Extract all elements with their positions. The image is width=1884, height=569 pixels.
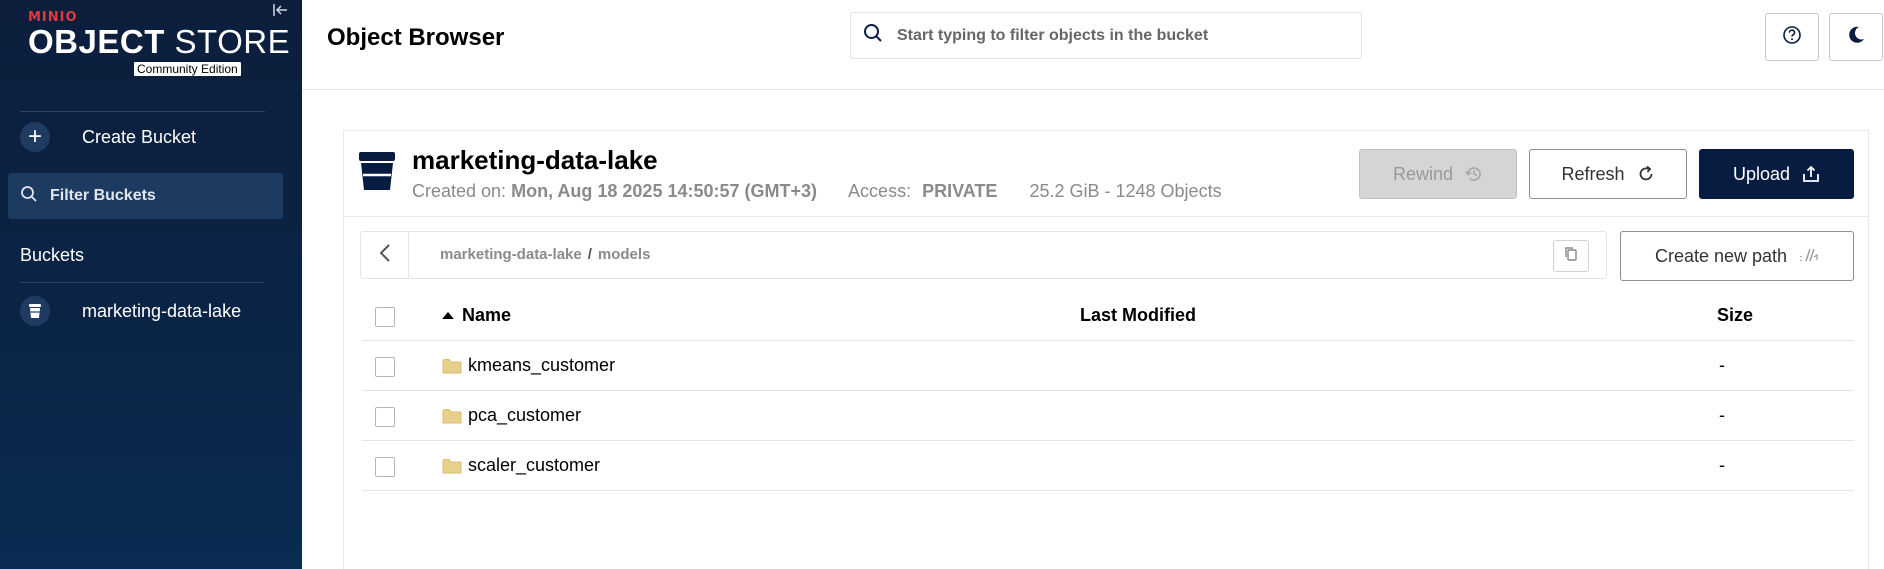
column-header-name[interactable]: Name <box>442 305 511 326</box>
help-button[interactable] <box>1765 13 1819 61</box>
top-header: Object Browser <box>302 0 1884 90</box>
help-icon <box>1782 25 1802 50</box>
sidebar: MINIO OBJECT STORE Community Edition + C… <box>0 0 302 569</box>
dark-mode-toggle[interactable] <box>1829 13 1883 61</box>
breadcrumb-path: marketing-data-lake / models <box>440 246 650 263</box>
object-search-input[interactable] <box>897 26 1337 45</box>
breadcrumb-item-bucket[interactable]: marketing-data-lake <box>440 246 582 263</box>
sort-asc-icon <box>442 312 454 319</box>
bucket-panel: marketing-data-lake Created on: Mon, Aug… <box>343 130 1869 569</box>
object-name-cell[interactable]: scaler_customer <box>442 455 600 476</box>
rewind-label: Rewind <box>1392 163 1454 184</box>
bucket-header: marketing-data-lake Created on: Mon, Aug… <box>344 131 1868 217</box>
back-button[interactable] <box>361 232 409 278</box>
upload-button[interactable]: Upload <box>1699 149 1854 199</box>
object-name: pca_customer <box>468 405 582 425</box>
access-label: Access: <box>848 181 912 201</box>
created-value: Mon, Aug 18 2025 14:50:57 (GMT+3) <box>511 181 818 201</box>
sidebar-divider <box>20 111 265 112</box>
moon-icon <box>1846 25 1866 50</box>
edition-badge: Community Edition <box>134 62 241 76</box>
rewind-button[interactable]: Rewind <box>1359 149 1517 199</box>
chevron-left-icon <box>378 243 392 268</box>
buckets-section-title: Buckets <box>20 245 85 265</box>
search-icon <box>863 23 883 48</box>
row-checkbox[interactable] <box>375 407 395 427</box>
page-title: Object Browser <box>327 24 505 51</box>
bucket-name: marketing-data-lake <box>412 145 658 175</box>
object-name-cell[interactable]: kmeans_customer <box>442 355 615 376</box>
created-label: Created on: <box>412 181 507 201</box>
object-size: - <box>1719 405 1725 425</box>
table-row[interactable]: scaler_customer - <box>362 441 1854 491</box>
bucket-meta: Created on: Mon, Aug 18 2025 14:50:57 (G… <box>412 181 1222 202</box>
filter-buckets-label: Filter Buckets <box>50 187 156 204</box>
row-checkbox[interactable] <box>375 357 395 377</box>
sidebar-item-marketing-data-lake[interactable]: marketing-data-lake <box>20 296 241 326</box>
select-all-checkbox[interactable] <box>375 307 395 327</box>
copy-path-button[interactable] <box>1553 240 1589 272</box>
breadcrumb: marketing-data-lake / models <box>360 231 1607 279</box>
create-bucket-label: Create Bucket <box>82 126 197 147</box>
object-size: - <box>1719 455 1725 475</box>
bucket-icon <box>358 151 396 196</box>
column-header-size[interactable]: Size <box>1717 305 1753 326</box>
breadcrumb-separator: / <box>587 246 592 263</box>
folder-icon <box>442 358 462 374</box>
object-name-cell[interactable]: pca_customer <box>442 405 581 426</box>
object-search-box[interactable] <box>850 12 1362 59</box>
history-icon <box>1465 165 1483 183</box>
filter-buckets-input[interactable]: Filter Buckets <box>8 173 283 219</box>
refresh-label: Refresh <box>1561 163 1625 184</box>
refresh-button[interactable]: Refresh <box>1529 149 1687 199</box>
table-row[interactable]: kmeans_customer - <box>362 341 1854 391</box>
sidebar-divider <box>20 282 265 283</box>
upload-label: Upload <box>1732 163 1791 184</box>
objects-table: Name Last Modified Size kmeans_customer … <box>362 291 1854 491</box>
create-new-path-label: Create new path <box>1654 245 1788 266</box>
object-size: - <box>1719 355 1725 375</box>
create-bucket-button[interactable]: + Create Bucket <box>20 122 196 152</box>
product-name: OBJECT STORE <box>28 23 291 60</box>
object-name: scaler_customer <box>468 455 601 475</box>
breadcrumb-item-models[interactable]: models <box>598 246 651 263</box>
search-icon <box>20 185 38 208</box>
create-new-path-button[interactable]: Create new path <box>1620 231 1854 281</box>
object-name: kmeans_customer <box>468 355 616 375</box>
bucket-icon <box>20 296 50 326</box>
column-name-label: Name <box>462 305 512 325</box>
table-header-row: Name Last Modified Size <box>362 291 1854 341</box>
logo: MINIO OBJECT STORE Community Edition <box>28 10 291 76</box>
collapse-sidebar-icon[interactable] <box>272 2 290 20</box>
folder-icon <box>442 458 462 474</box>
column-header-last-modified[interactable]: Last Modified <box>1080 305 1196 326</box>
row-checkbox[interactable] <box>375 457 395 477</box>
refresh-icon <box>1637 165 1655 183</box>
sidebar-item-label: marketing-data-lake <box>82 300 242 321</box>
new-path-icon <box>1799 248 1819 265</box>
access-value: PRIVATE <box>922 181 998 201</box>
bucket-usage: 25.2 GiB - 1248 Objects <box>1029 181 1222 201</box>
table-row[interactable]: pca_customer - <box>362 391 1854 441</box>
plus-icon: + <box>20 122 50 152</box>
upload-icon <box>1802 165 1820 183</box>
folder-icon <box>442 408 462 424</box>
copy-icon <box>1564 246 1578 267</box>
